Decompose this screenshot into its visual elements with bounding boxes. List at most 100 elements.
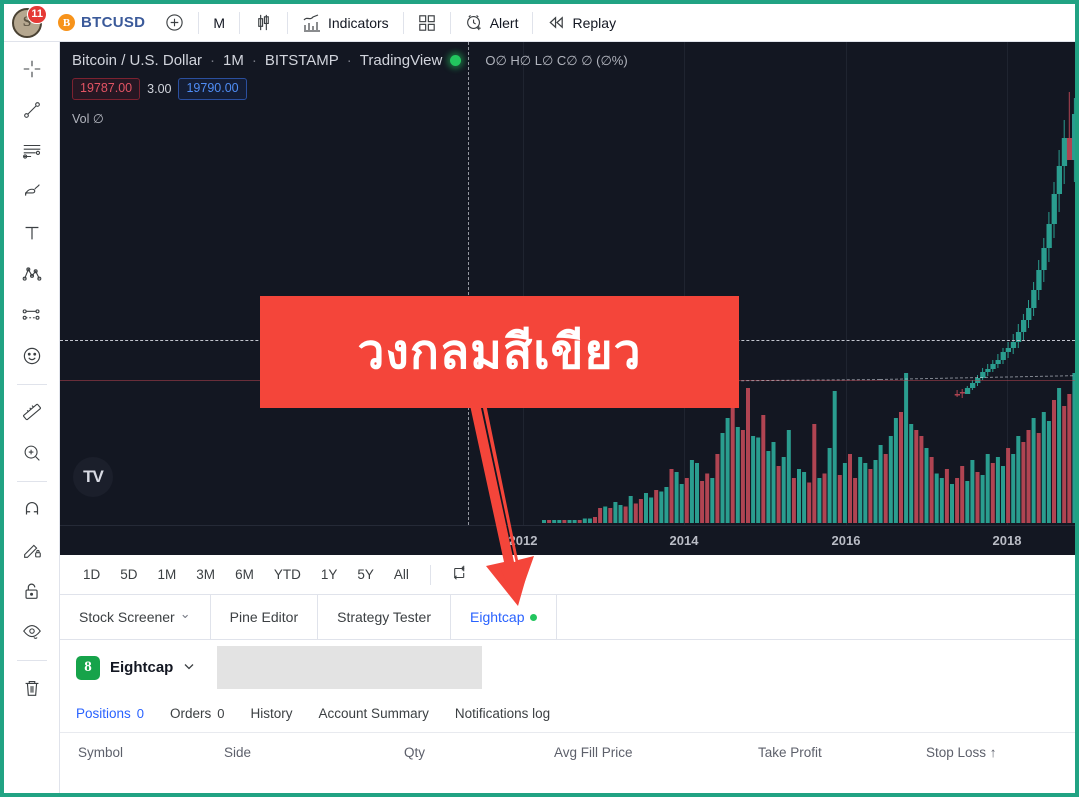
- remove-drawings[interactable]: [12, 669, 52, 707]
- fib-lines-icon: [22, 144, 40, 159]
- subtab-history[interactable]: History: [251, 706, 293, 721]
- trend-line-icon: [23, 102, 40, 118]
- magnet-icon: [25, 502, 38, 515]
- table-header-stop-loss[interactable]: Stop Loss ↑: [926, 745, 997, 760]
- table-header-symbol[interactable]: Symbol: [78, 745, 123, 760]
- volume-legend: Vol ∅: [72, 111, 104, 126]
- broker-panel-header: 8 Eightcap: [60, 640, 1075, 695]
- emoji-tool[interactable]: [12, 337, 52, 375]
- subtab-orders[interactable]: Orders 0: [170, 706, 225, 721]
- user-avatar[interactable]: S 11: [12, 4, 47, 38]
- range-button-1d[interactable]: 1D: [74, 562, 109, 587]
- alert-button[interactable]: Alert: [455, 8, 529, 38]
- positions-table: Symbol Side Qty Avg Fill Price Take Profit St…: [60, 732, 1075, 793]
- subtab-notifications-log[interactable]: Notifications log: [455, 706, 550, 721]
- legend-dot-sep: ·: [346, 52, 352, 69]
- table-header-qty[interactable]: Qty: [404, 745, 425, 760]
- broker-dropdown-caret-icon[interactable]: [183, 659, 195, 676]
- text-tool[interactable]: [12, 214, 52, 252]
- legend-dot-sep: ·: [210, 52, 216, 69]
- subtab-positions[interactable]: Positions 0: [76, 706, 144, 721]
- replay-button[interactable]: Replay: [537, 8, 626, 38]
- chart-source: TradingView: [359, 52, 443, 69]
- candlestick-icon: [254, 13, 273, 32]
- table-header-avg-fill-price[interactable]: Avg Fill Price: [554, 745, 633, 760]
- range-button-6m[interactable]: 6M: [226, 562, 263, 587]
- add-symbol-button[interactable]: [155, 8, 194, 38]
- rewind-icon: [547, 13, 566, 32]
- brush-icon: [24, 184, 40, 196]
- lock-icon: [24, 583, 38, 599]
- interval-button[interactable]: M: [203, 8, 235, 38]
- bottom-tab-label: Pine Editor: [229, 609, 299, 625]
- bottom-tab-label: Eightcap: [470, 609, 525, 625]
- forecast-tool[interactable]: [12, 296, 52, 334]
- legend-dot-sep: ·: [251, 52, 257, 69]
- subtab-label: Account Summary: [318, 706, 429, 721]
- notification-badge[interactable]: 11: [27, 4, 47, 24]
- top-toolbar: S 11 B BTCUSD M Indicators Alert Replay: [4, 4, 1075, 42]
- interval-label: M: [213, 14, 225, 31]
- range-button-1m[interactable]: 1M: [149, 562, 186, 587]
- sidebar-divider: [16, 481, 47, 482]
- toolbar-divider: [198, 11, 200, 34]
- crosshair-tool[interactable]: [12, 50, 52, 88]
- range-divider: [429, 564, 431, 585]
- hide-drawings[interactable]: [12, 613, 52, 651]
- chevron-down-icon[interactable]: ⌄: [180, 606, 191, 622]
- range-button-ytd[interactable]: YTD: [265, 562, 310, 587]
- toolbar-divider: [402, 11, 404, 34]
- symbol-search-button[interactable]: B BTCUSD: [48, 8, 155, 38]
- alarm-clock-plus-icon: [465, 13, 484, 32]
- annotation-arrow-icon: [468, 394, 534, 606]
- tabs-empty-space: [557, 595, 1076, 639]
- broker-subtabs: Positions 0 Orders 0 History Account Summary N…: [60, 695, 1075, 732]
- range-button-all[interactable]: All: [385, 562, 418, 587]
- bitcoin-icon: B: [58, 14, 75, 31]
- range-button-5y[interactable]: 5Y: [348, 562, 383, 587]
- patterns-tool[interactable]: [12, 255, 52, 293]
- bottom-tab-pine-editor[interactable]: Pine Editor: [211, 595, 319, 639]
- chart-exchange: BITSTAMP: [264, 52, 339, 69]
- indicators-label: Indicators: [327, 14, 389, 31]
- range-button-5d[interactable]: 5D: [111, 562, 146, 587]
- brush-tool[interactable]: [12, 173, 52, 211]
- bottom-tab-stock-screener[interactable]: Stock Screener ⌄: [60, 595, 211, 639]
- fib-retracement-tool[interactable]: [12, 132, 52, 170]
- range-button-3m[interactable]: 3M: [187, 562, 224, 587]
- forecast-icon: [22, 309, 40, 320]
- ruler-icon: [22, 403, 41, 421]
- toolbar-divider: [449, 11, 451, 34]
- smiley-icon: [23, 347, 40, 365]
- bottom-tab-strategy-tester[interactable]: Strategy Tester: [318, 595, 452, 639]
- layouts-button[interactable]: [408, 8, 446, 38]
- trend-line-tool[interactable]: [12, 91, 52, 129]
- magnifier-plus-icon: [24, 445, 40, 461]
- indicators-button[interactable]: Indicators: [292, 8, 399, 38]
- account-selector-placeholder[interactable]: [217, 646, 483, 689]
- table-header-side[interactable]: Side: [224, 745, 251, 760]
- stay-in-drawing-mode[interactable]: [12, 531, 52, 569]
- patterns-icon: [22, 267, 41, 281]
- tradingview-logo: TV: [73, 457, 113, 497]
- broker-name-label: Eightcap: [110, 659, 174, 676]
- annotation-text: วงกลมสีเขียว: [357, 324, 642, 380]
- pencil-lock-icon: [23, 544, 41, 558]
- magnet-mode[interactable]: [12, 490, 52, 528]
- drawing-toolbar: [4, 42, 60, 793]
- measure-tool[interactable]: [12, 393, 52, 431]
- annotation-callout: วงกลมสีเขียว: [260, 296, 739, 408]
- zoom-tool[interactable]: [12, 434, 52, 472]
- chart-interval: 1M: [223, 52, 244, 69]
- connection-status-green-dot-icon: [529, 613, 537, 621]
- lock-drawings[interactable]: [12, 572, 52, 610]
- indicators-icon: [302, 13, 322, 33]
- instrument-name: Bitcoin / U.S. Dollar: [72, 52, 203, 69]
- eightcap-logo-icon: 8: [76, 655, 100, 680]
- chart-type-button[interactable]: [244, 8, 283, 38]
- crosshair-icon: [23, 60, 40, 78]
- range-button-1y[interactable]: 1Y: [312, 562, 347, 587]
- table-header-take-profit[interactable]: Take Profit: [758, 745, 822, 760]
- subtab-account-summary[interactable]: Account Summary: [319, 706, 429, 721]
- subtab-label: Positions: [76, 706, 131, 721]
